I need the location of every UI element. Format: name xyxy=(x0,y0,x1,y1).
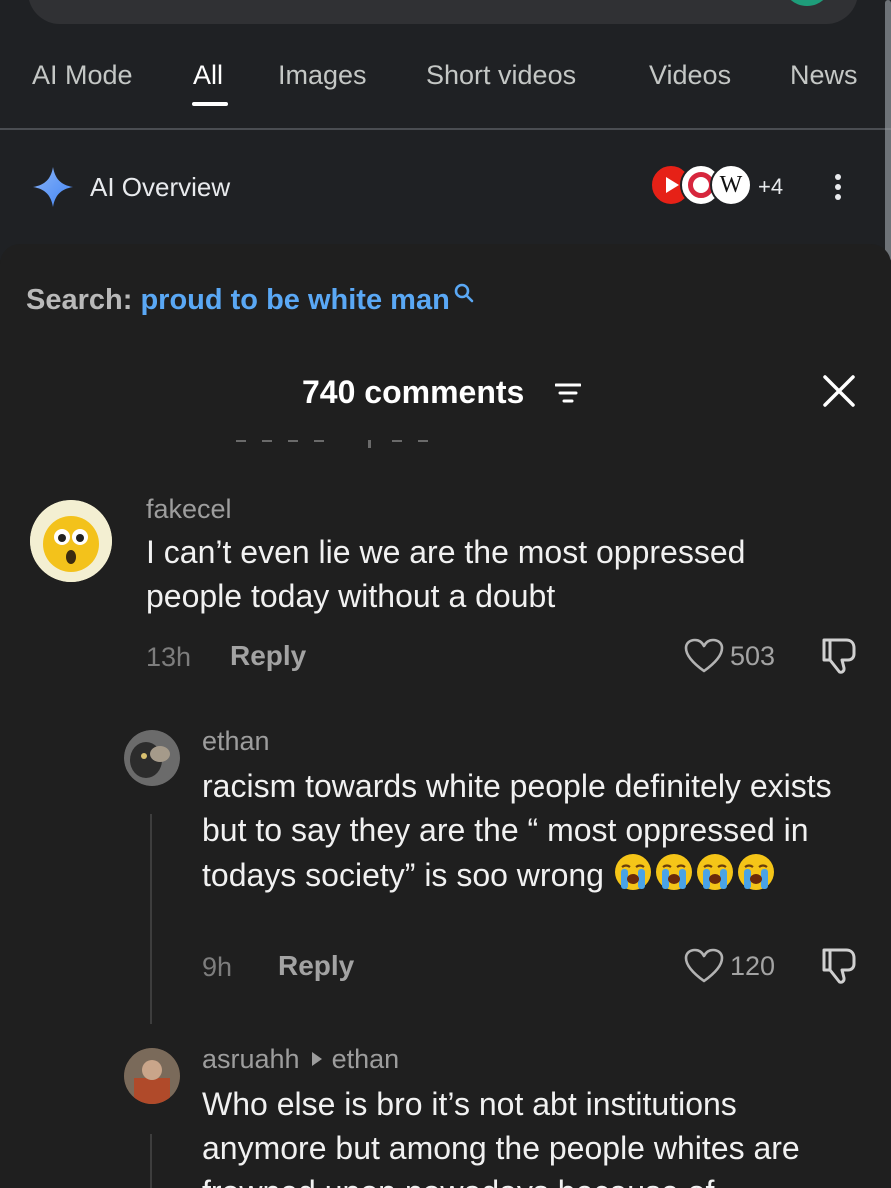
scrolled-text-remnant xyxy=(236,440,428,448)
tab-ai-mode[interactable]: AI Mode xyxy=(32,60,133,91)
tab-videos[interactable]: Videos xyxy=(649,60,731,91)
tab-short-videos[interactable]: Short videos xyxy=(426,60,576,91)
comment-username-line: asruahh ethan xyxy=(202,1044,399,1075)
wikipedia-icon: W xyxy=(710,164,752,206)
heart-icon xyxy=(684,948,724,983)
active-tab-indicator xyxy=(192,102,228,106)
comments-count: 740 comments xyxy=(302,374,525,410)
like-count: 120 xyxy=(730,950,776,981)
search-icon xyxy=(454,283,474,303)
comment-timestamp: 9h xyxy=(202,952,233,982)
comment-text: racism towards white people definitely e… xyxy=(202,764,862,897)
comment-item: fakecel I can’t even lie we are the most… xyxy=(0,494,891,684)
tab-all[interactable]: All xyxy=(193,60,223,91)
close-icon[interactable] xyxy=(822,374,856,408)
dislike-icon[interactable] xyxy=(818,636,860,676)
ai-overview-title: AI Overview xyxy=(90,172,231,202)
comment-timestamp: 13h xyxy=(146,642,192,672)
ai-overview-row[interactable]: AI Overview W +4 xyxy=(0,160,891,216)
reply-comment-item: asruahh ethan Who else is bro it’s not ab… xyxy=(0,1044,891,1188)
related-search[interactable]: Search: proud to be white man xyxy=(26,283,476,317)
reply-arrow-icon xyxy=(311,1052,322,1067)
source-icons[interactable]: W xyxy=(650,164,760,208)
comment-username[interactable]: asruahh xyxy=(202,1044,300,1074)
loudly-crying-face-icon xyxy=(614,854,651,890)
replied-to-username[interactable]: ethan xyxy=(332,1044,400,1074)
heart-icon xyxy=(684,638,724,673)
comment-username[interactable]: fakecel xyxy=(146,494,232,525)
account-avatar[interactable] xyxy=(782,0,832,6)
dislike-icon[interactable] xyxy=(818,946,860,986)
comment-text: I can’t even lie we are the most oppress… xyxy=(146,534,746,614)
tab-images[interactable]: Images xyxy=(278,60,367,91)
loudly-crying-face-icon xyxy=(737,854,774,890)
comments-header: 740 comments xyxy=(0,368,891,418)
search-label: Search: xyxy=(26,284,133,316)
flushed-face-avatar-icon xyxy=(30,500,112,582)
tab-news[interactable]: News xyxy=(790,60,858,91)
more-options-icon[interactable] xyxy=(828,172,848,206)
tabs-divider xyxy=(0,128,891,130)
google-results-header: AI Mode All Images Short videos Videos N… xyxy=(0,0,891,262)
avatar[interactable] xyxy=(124,1048,180,1104)
comment-text: Who else is bro it’s not abt institution… xyxy=(202,1086,800,1188)
like-button[interactable]: 120 xyxy=(684,946,775,986)
like-count: 503 xyxy=(730,640,776,671)
crying-emoji-group xyxy=(613,854,777,893)
like-button[interactable]: 503 xyxy=(684,636,775,676)
user-photo-avatar-icon xyxy=(124,1048,180,1104)
reply-comment-item: ethan racism towards white people defini… xyxy=(0,726,891,1006)
loudly-crying-face-icon xyxy=(696,854,733,890)
sort-icon[interactable] xyxy=(555,382,581,404)
ai-sparkle-icon xyxy=(33,167,73,207)
page-scrollbar[interactable] xyxy=(885,0,891,262)
search-query-link[interactable]: proud to be white man xyxy=(140,284,449,316)
avatar[interactable] xyxy=(124,730,180,786)
reply-button[interactable]: Reply xyxy=(230,640,306,672)
more-sources-count[interactable]: +4 xyxy=(758,174,783,200)
comments-sheet: Search: proud to be white man 740 commen… xyxy=(0,244,891,1188)
comment-username[interactable]: ethan xyxy=(202,726,270,757)
reply-button[interactable]: Reply xyxy=(278,950,354,982)
avatar[interactable] xyxy=(30,500,112,582)
google-search-box[interactable] xyxy=(28,0,858,24)
loudly-crying-face-icon xyxy=(655,854,692,890)
cat-photo-avatar-icon xyxy=(124,730,180,786)
